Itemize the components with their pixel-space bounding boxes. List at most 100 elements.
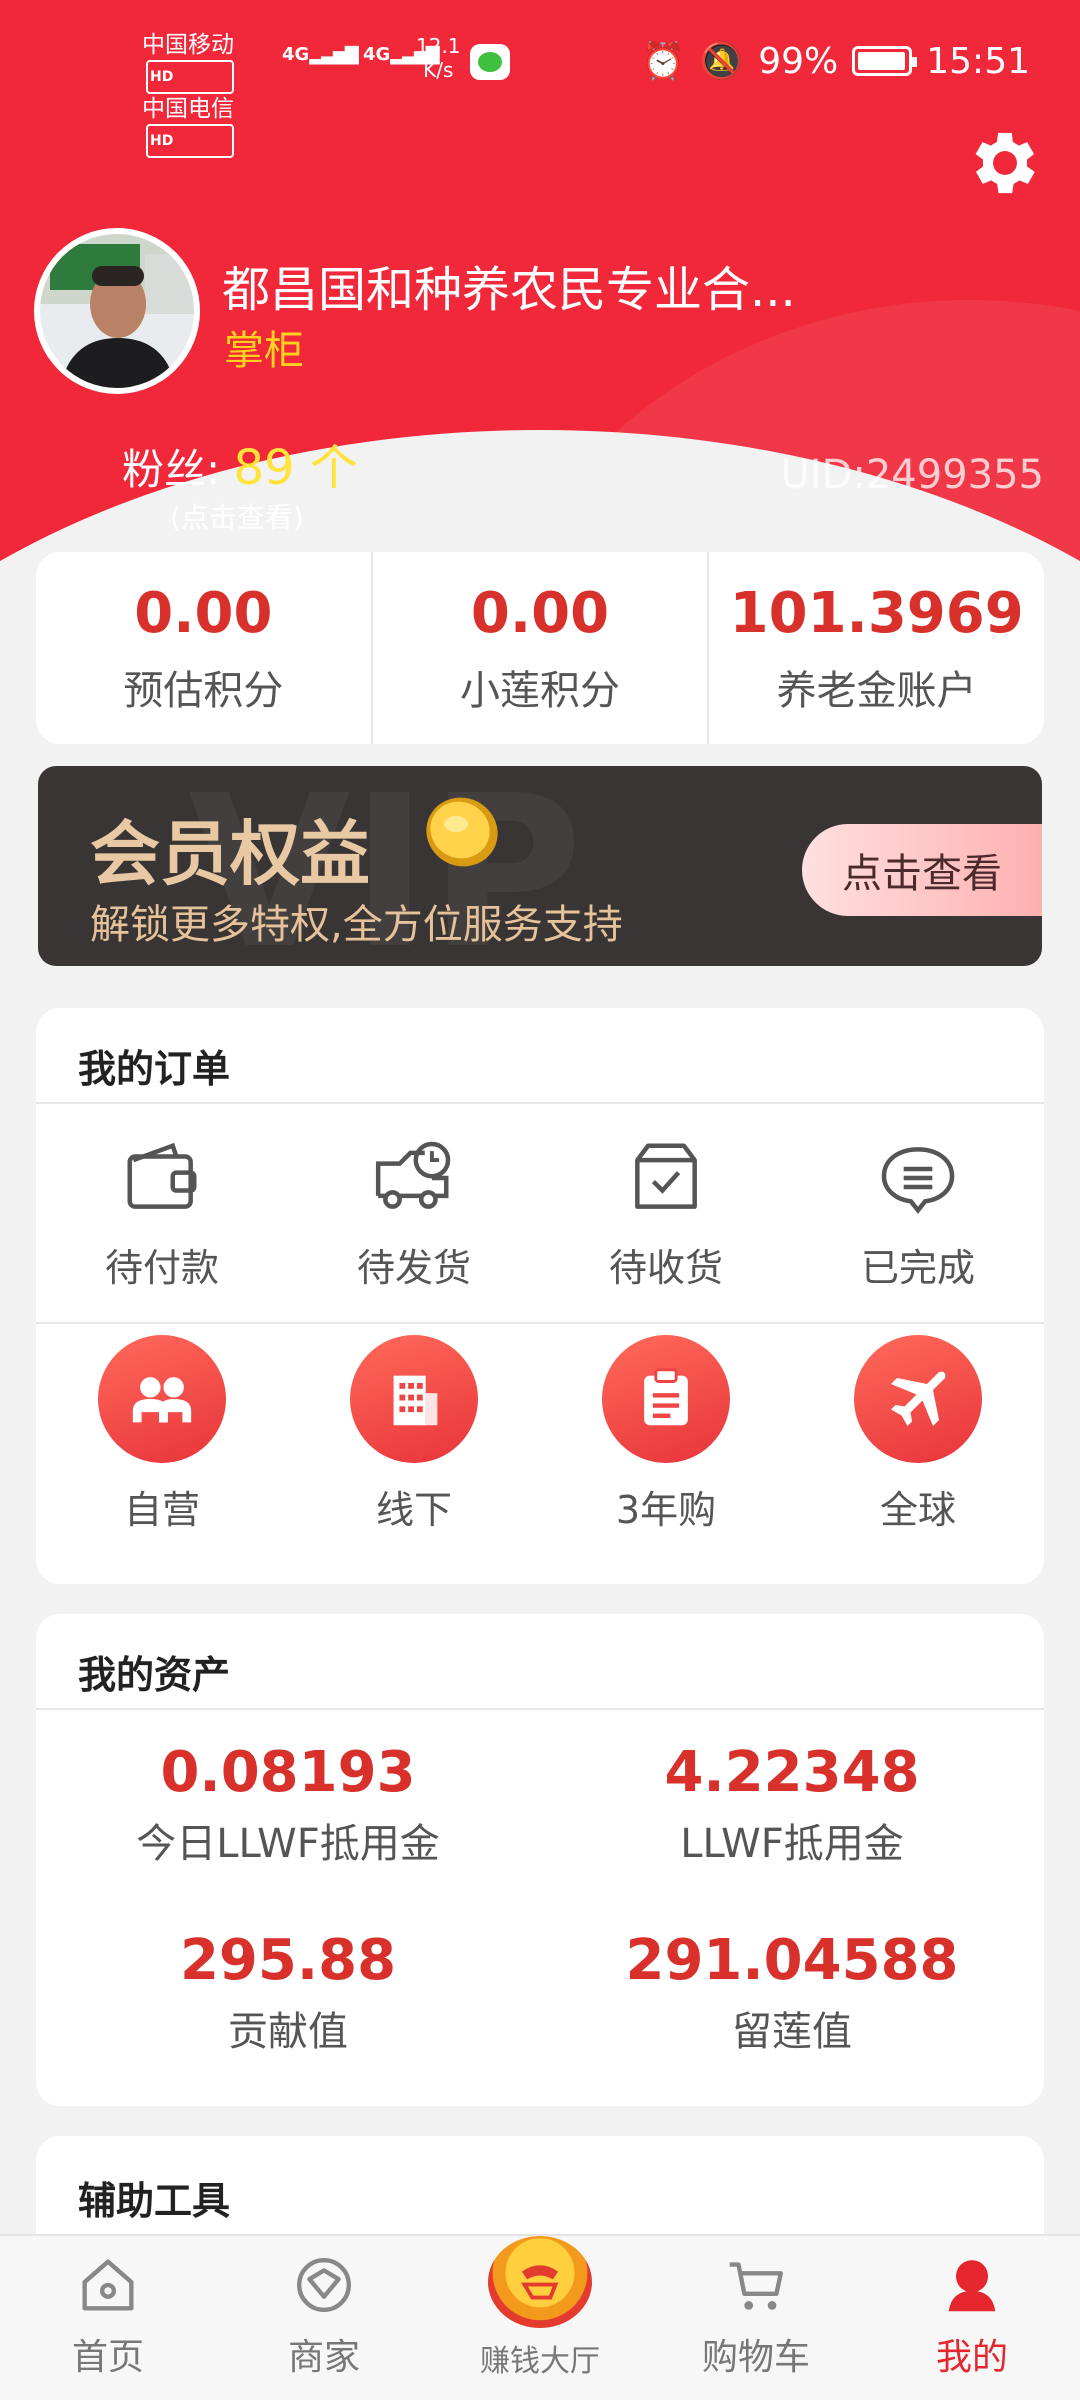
points-pension[interactable]: 101.3969 养老金账户: [709, 552, 1044, 744]
channel-label: 自营: [123, 1487, 200, 1532]
building-glyph: [393, 1375, 438, 1425]
vip-view-button[interactable]: 点击查看: [802, 824, 1042, 916]
vip-subtitle: 解锁更多特权,全方位服务支持: [90, 902, 623, 948]
avatar-photo: [40, 234, 194, 388]
asset-contribution[interactable]: 295.88 贡献值: [36, 1898, 540, 2086]
order-completed[interactable]: 已完成: [792, 1104, 1044, 1322]
user-role: 掌柜: [224, 328, 304, 374]
settings-gear-icon[interactable]: [964, 122, 1046, 204]
net-speed: 12.1 K/s: [416, 34, 461, 82]
gold-coin-icon: [426, 797, 498, 867]
tab-label: 商家: [287, 2337, 360, 2378]
vip-title: 会员权益: [90, 813, 370, 895]
assets-grid: 0.08193 今日LLWF抵用金 4.22348 LLWF抵用金 295.88…: [36, 1710, 1044, 2086]
points-estimated[interactable]: 0.00 预估积分: [36, 552, 373, 744]
order-channel-row: 自营 线下 3年购 全球: [36, 1324, 1044, 1544]
channel-3year[interactable]: 3年购: [540, 1324, 792, 1544]
tab-label: 我的: [935, 2337, 1008, 2378]
fans-number: 89 个: [233, 440, 358, 496]
package-check-icon: [635, 1143, 697, 1209]
battery-percent: 99%: [758, 40, 839, 82]
tools-title: 辅助工具: [78, 2179, 231, 2223]
points-value: 101.3969: [729, 580, 1024, 646]
asset-value: 291.04588: [625, 1927, 959, 1993]
delivery-truck-icon: [375, 1141, 451, 1209]
points-value: 0.00: [134, 580, 273, 646]
asset-value: 295.88: [179, 1927, 397, 1993]
order-status-label: 待收货: [608, 1245, 723, 1290]
shop-icon: [297, 2258, 351, 2312]
channel-offline[interactable]: 线下: [288, 1324, 540, 1544]
asset-label: 留莲值: [732, 2008, 852, 2055]
order-status-label: 待发货: [356, 1245, 471, 1290]
wallet-icon: [127, 1142, 197, 1209]
vip-banner[interactable]: VIP 会员权益 解锁更多特权,全方位服务支持 点击查看: [38, 766, 1042, 966]
order-status-row: 待付款 待发货 待收货 已完成: [36, 1104, 1044, 1324]
wechat-icon: [470, 44, 510, 80]
fans-label: 粉丝:: [122, 445, 221, 494]
channel-global[interactable]: 全球: [792, 1324, 1044, 1544]
status-right: ⏰ 🔕 99% 15:51: [641, 40, 1030, 83]
building-icon: [350, 1334, 478, 1463]
points-label: 小莲积分: [460, 667, 620, 714]
chat-bubble-icon: [881, 1146, 955, 1214]
hd-badge: HD: [146, 124, 234, 158]
users-icon: [98, 1334, 226, 1463]
points-xiaolian[interactable]: 0.00 小莲积分: [373, 552, 710, 744]
order-status-label: 待付款: [104, 1245, 219, 1290]
carrier-2: 中国电信: [142, 96, 234, 122]
channel-self-operated[interactable]: 自营: [36, 1324, 288, 1544]
user-name: 都昌国和种养农民专业合...: [222, 262, 796, 318]
net-speed-value: 12.1: [416, 34, 461, 58]
my-assets-card: 我的资产 0.08193 今日LLWF抵用金 4.22348 LLWF抵用金 2…: [36, 1614, 1044, 2106]
order-pending-payment[interactable]: 待付款: [36, 1104, 288, 1322]
hd-badge: HD: [146, 60, 234, 94]
airplane-glyph: [891, 1371, 946, 1426]
clock: 15:51: [926, 40, 1030, 82]
status-bar: 中国移动 HD 中国电信 HD 4G▂▃▅▇ 4G▂▃▅▇ 12.1 K/s ⏰ 🔕…: [0, 0, 1080, 158]
signal-icons: 4G▂▃▅▇ 4G▂▃▅▇: [282, 44, 440, 65]
tab-label: 赚钱大厅: [480, 2344, 600, 2379]
avatar[interactable]: [34, 228, 200, 394]
airplane-icon: [854, 1334, 982, 1463]
asset-today-llwf[interactable]: 0.08193 今日LLWF抵用金: [36, 1710, 540, 1898]
fans-hint[interactable]: (点击查看): [170, 496, 304, 536]
net-speed-unit: K/s: [423, 58, 454, 82]
tab-earn-hall[interactable]: 赚钱大厅: [432, 2236, 648, 2400]
tab-mine[interactable]: 我的: [864, 2236, 1080, 2400]
channel-label: 3年购: [615, 1487, 717, 1532]
earn-hall-glyph: [521, 2265, 559, 2300]
users-glyph: [132, 1376, 192, 1422]
mute-icon: 🔕: [699, 41, 745, 82]
orders-title: 我的订单: [36, 1008, 1044, 1104]
points-summary: 0.00 预估积分 0.00 小莲积分 101.3969 养老金账户: [36, 552, 1044, 744]
network-type-2: 4G: [362, 44, 391, 65]
asset-value: 4.22348: [664, 1739, 920, 1805]
tab-merchant[interactable]: 商家: [216, 2236, 432, 2400]
order-pending-receipt[interactable]: 待收货: [540, 1104, 792, 1322]
points-label: 预估积分: [123, 667, 284, 714]
channel-label: 全球: [879, 1487, 956, 1532]
bottom-tab-bar: 首页 商家 赚钱大厅 购物车 我的: [0, 2234, 1080, 2400]
cart-icon: [729, 2262, 783, 2310]
home-icon: [82, 2259, 134, 2311]
tab-label: 首页: [71, 2337, 144, 2378]
user-icon: [948, 2260, 996, 2312]
points-label: 养老金账户: [776, 667, 977, 714]
points-value: 0.00: [470, 580, 610, 646]
tab-cart[interactable]: 购物车: [648, 2236, 864, 2400]
carrier-1: 中国移动: [142, 32, 234, 58]
asset-label: 今日LLWF抵用金: [136, 1820, 440, 1867]
tab-home[interactable]: 首页: [0, 2236, 216, 2400]
carrier-info: 中国移动 HD 中国电信 HD: [142, 30, 234, 158]
assets-title: 我的资产: [36, 1614, 1044, 1710]
channel-label: 线下: [375, 1487, 452, 1532]
asset-liulian[interactable]: 291.04588 留莲值: [540, 1898, 1044, 2086]
asset-label: LLWF抵用金: [680, 1820, 904, 1867]
fans-count[interactable]: 粉丝: 89 个: [122, 428, 358, 498]
clipboard-icon: [602, 1334, 730, 1463]
battery-icon: [852, 46, 918, 76]
clipboard-glyph: [644, 1367, 688, 1425]
asset-llwf[interactable]: 4.22348 LLWF抵用金: [540, 1710, 1044, 1898]
order-pending-shipment[interactable]: 待发货: [288, 1104, 540, 1322]
